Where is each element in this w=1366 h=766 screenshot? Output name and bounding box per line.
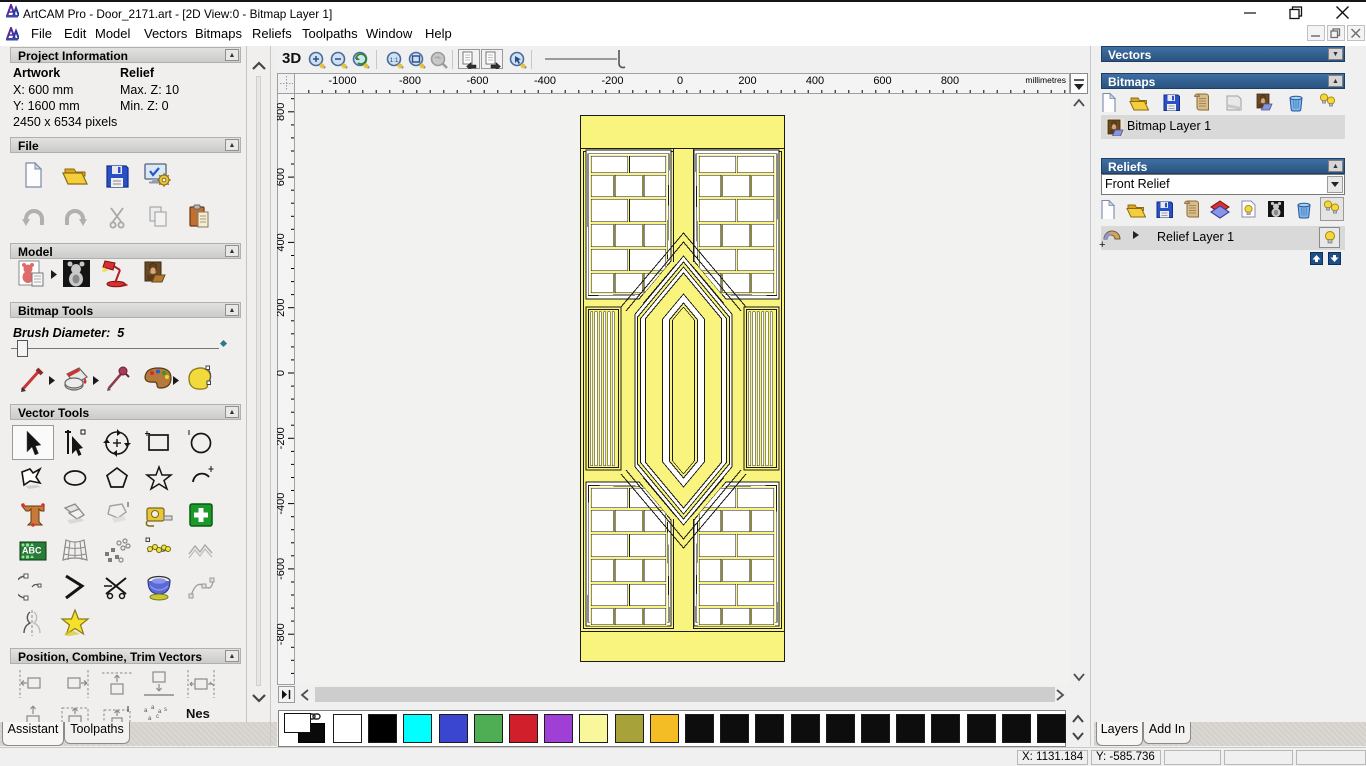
svg-text:600: 600 bbox=[873, 75, 891, 87]
svg-text:-1000: -1000 bbox=[328, 75, 356, 87]
svg-text:+: + bbox=[1099, 239, 1105, 249]
svg-text:ABC: ABC bbox=[22, 546, 42, 556]
svg-text:-200: -200 bbox=[601, 75, 623, 87]
svg-text:c: c bbox=[156, 714, 159, 720]
svg-text:Nes: Nes bbox=[186, 706, 210, 721]
svg-text:400: 400 bbox=[277, 233, 287, 251]
svg-text:-200: -200 bbox=[277, 427, 287, 449]
svg-text:200: 200 bbox=[738, 75, 756, 87]
svg-text:a: a bbox=[151, 705, 155, 711]
svg-text:-600: -600 bbox=[466, 75, 488, 87]
svg-text:0: 0 bbox=[677, 75, 683, 87]
svg-text:600: 600 bbox=[277, 168, 287, 186]
svg-text:-400: -400 bbox=[534, 75, 556, 87]
svg-text:s: s bbox=[164, 707, 167, 713]
svg-text:-800: -800 bbox=[277, 623, 287, 645]
svg-text:-800: -800 bbox=[399, 75, 421, 87]
svg-text:800: 800 bbox=[941, 75, 959, 87]
svg-text:200: 200 bbox=[277, 299, 287, 317]
svg-text:-400: -400 bbox=[277, 493, 287, 515]
svg-text:a: a bbox=[148, 716, 152, 722]
svg-text:millimetres: millimetres bbox=[1025, 75, 1066, 85]
svg-text:400: 400 bbox=[806, 75, 824, 87]
svg-text:800: 800 bbox=[277, 103, 287, 121]
svg-text:a: a bbox=[144, 708, 148, 714]
svg-text:0: 0 bbox=[277, 370, 287, 376]
svg-text:-600: -600 bbox=[277, 558, 287, 580]
svg-text:1:1: 1:1 bbox=[389, 57, 398, 64]
svg-text:ting: ting bbox=[186, 721, 199, 722]
